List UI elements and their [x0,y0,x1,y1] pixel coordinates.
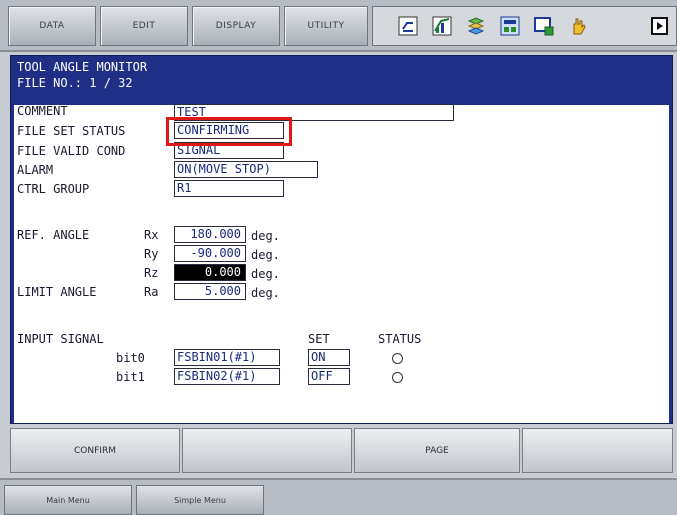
panel-body: COMMENT TEST FILE SET STATUS CONFIRMING … [14,104,669,423]
ref-angle-label: REF. ANGLE [17,228,90,242]
ry-value-field[interactable]: -90.000 [174,245,246,262]
comment-label: COMMENT [17,104,68,118]
bit0-label: bit0 [116,351,145,365]
axis-ra-label: Ra [144,285,159,299]
ctrl-group-label: CTRL GROUP [17,182,90,196]
hand-icon[interactable] [567,15,589,37]
bit0-set-field[interactable]: ON [308,349,350,366]
input-signal-label: INPUT SIGNAL [17,332,104,346]
function-key-5[interactable] [522,428,673,473]
axis-rx-label: Rx [144,228,159,242]
page-title: TOOL ANGLE MONITOR [17,60,148,74]
main-menu-button[interactable]: Main Menu [4,485,132,515]
bottom-bar: Main Menu Simple Menu [0,478,677,515]
direct-open-icon[interactable] [397,15,419,37]
bit1-status-indicator [392,372,403,383]
axis-ry-label: Ry [144,247,159,261]
bit1-set-field[interactable]: OFF [308,368,350,385]
file-valid-cond-label: FILE VALID COND [17,144,126,158]
confirm-button[interactable]: CONFIRM [10,428,180,473]
page-button[interactable]: PAGE [354,428,520,473]
ra-value-field[interactable]: 5.000 [174,283,246,300]
rx-unit: deg. [251,229,280,243]
ry-unit: deg. [251,248,280,262]
ctrl-group-field[interactable]: R1 [174,180,284,197]
ra-unit: deg. [251,286,280,300]
rz-value-field[interactable]: 0.000 [174,264,246,281]
panel-header: TOOL ANGLE MONITOR FILE NO.: 1 / 32 [11,56,672,104]
bit1-label: bit1 [116,370,145,384]
status-column-header: STATUS [378,332,422,346]
function-key-bar: CONFIRM PAGE [10,428,673,473]
file-number: FILE NO.: 1 / 32 [17,76,133,90]
menu-edit[interactable]: EDIT [100,6,188,46]
page-arrow-icon[interactable] [649,15,671,37]
menu-data[interactable]: DATA [8,6,96,46]
file-set-status-label: FILE SET STATUS [17,124,126,138]
tool-angle-monitor-panel: TOOL ANGLE MONITOR FILE NO.: 1 / 32 COMM… [10,55,673,424]
function-key-2[interactable] [182,428,352,473]
rx-value-field[interactable]: 180.000 [174,226,246,243]
limit-angle-label: LIMIT ANGLE [17,285,97,299]
axis-rz-label: Rz [144,266,159,280]
menu-display[interactable]: DISPLAY [192,6,280,46]
alarm-field[interactable]: ON(MOVE STOP) [174,161,318,178]
set-column-header: SET [308,332,330,346]
bit0-signal-field[interactable]: FSBIN01(#1) [174,349,280,366]
menu-utility[interactable]: UTILITY [284,6,368,46]
rz-unit: deg. [251,267,280,281]
monitor-icon[interactable] [533,15,555,37]
layer-icon[interactable] [465,15,487,37]
bit0-status-indicator [392,353,403,364]
simple-menu-button[interactable]: Simple Menu [136,485,264,515]
toolbar-icons [372,6,677,46]
data-icon[interactable] [499,15,521,37]
graph-icon[interactable] [431,15,453,37]
top-menu-bar: DATA EDIT DISPLAY UTILITY [0,0,677,52]
bit1-signal-field[interactable]: FSBIN02(#1) [174,368,280,385]
alarm-label: ALARM [17,163,54,177]
highlight-box [166,117,292,146]
